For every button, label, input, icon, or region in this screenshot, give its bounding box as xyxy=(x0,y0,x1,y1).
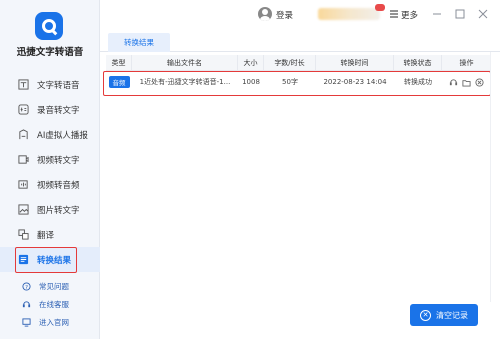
sidebar-item-label: 视频转音频 xyxy=(37,180,80,191)
result-table: 类型 输出文件名 大小 字数/时长 转换时间 转换状态 操作 音频 1近处有-迅… xyxy=(106,55,491,93)
sidebar-item-label: 图片转文字 xyxy=(37,205,80,216)
text-to-speech-icon xyxy=(18,79,29,90)
header-status: 转换状态 xyxy=(394,55,442,71)
row-size: 1008 xyxy=(242,78,260,86)
sidebar: 迅捷文字转语音 文字转语音 录音转文字 AI虚拟人播报 视频转文字 视频转音频 … xyxy=(0,0,100,339)
row-status: 转换成功 xyxy=(404,78,432,86)
app-window: 迅捷文字转语音 文字转语音 录音转文字 AI虚拟人播报 视频转文字 视频转音频 … xyxy=(0,0,500,339)
clear-icon: ✕ xyxy=(420,309,431,321)
image-text-icon xyxy=(18,204,29,215)
play-audio-icon[interactable] xyxy=(449,78,458,87)
header-filename: 输出文件名 xyxy=(132,55,238,71)
sidebar-item-label: 视频转文字 xyxy=(37,155,80,166)
sidebar-item-translate[interactable]: 翻译 xyxy=(0,222,100,247)
row-type: 音频 xyxy=(106,71,132,93)
support-label: 在线客服 xyxy=(39,299,69,309)
delete-icon[interactable] xyxy=(475,77,484,87)
header-words: 字数/时长 xyxy=(264,55,316,71)
clear-records-button[interactable]: ✕ 清空记录 xyxy=(410,304,478,326)
row-time: 2022-08-23 14:04 xyxy=(323,78,387,86)
header-ops: 操作 xyxy=(459,59,474,67)
sidebar-nav: 文字转语音 录音转文字 AI虚拟人播报 视频转文字 视频转音频 图片转文字 翻译… xyxy=(0,72,100,273)
table-header: 类型 输出文件名 大小 字数/时长 转换时间 转换状态 操作 xyxy=(106,55,491,71)
sidebar-item-video-audio[interactable]: 视频转音频 xyxy=(0,172,100,197)
support-icon xyxy=(22,300,31,309)
website-icon xyxy=(22,317,31,327)
sidebar-item-label: AI虚拟人播报 xyxy=(37,130,88,141)
row-words: 50字 xyxy=(282,78,298,86)
sidebar-item-label: 文字转语音 xyxy=(37,80,80,91)
svg-text:?: ? xyxy=(25,284,28,290)
tab-bar: 转换结果 xyxy=(100,30,500,52)
vip-badge xyxy=(375,4,385,11)
sidebar-item-video-text[interactable]: 视频转文字 xyxy=(0,147,100,172)
ai-avatar-icon xyxy=(18,129,29,140)
highlight-outline xyxy=(15,247,77,273)
top-bar: 登录 更多 xyxy=(100,0,500,30)
user-avatar-icon[interactable] xyxy=(258,7,272,21)
vip-promo-banner[interactable] xyxy=(318,8,380,20)
type-badge: 音频 xyxy=(108,76,130,88)
header-size: 大小 xyxy=(238,55,264,71)
faq-label: 常见问题 xyxy=(39,281,69,291)
sidebar-item-text-to-speech[interactable]: 文字转语音 xyxy=(0,72,100,97)
faq-icon: ? xyxy=(22,281,31,291)
app-name: 迅捷文字转语音 xyxy=(16,47,84,58)
translate-icon xyxy=(18,229,29,240)
sidebar-item-recording[interactable]: 录音转文字 xyxy=(0,97,100,122)
menu-icon[interactable] xyxy=(389,9,399,19)
sidebar-bottom-links: ? 常见问题 在线客服 进入官网 xyxy=(0,277,100,331)
header-time: 转换时间 xyxy=(316,55,394,71)
sidebar-item-ai-avatar[interactable]: AI虚拟人播报 xyxy=(0,122,100,147)
row-ops xyxy=(442,71,491,93)
minimize-icon[interactable] xyxy=(431,8,442,19)
tab-conversion-result[interactable]: 转换结果 xyxy=(108,33,170,52)
video-text-icon xyxy=(18,154,29,165)
table-row[interactable]: 音频 1近处有-迅捷文字转语音-1... 1008 50字 2022-08-23… xyxy=(106,71,491,93)
sidebar-item-label: 录音转文字 xyxy=(37,105,80,116)
more-button[interactable]: 更多 xyxy=(401,9,418,21)
header-type: 类型 xyxy=(106,55,132,71)
recording-icon xyxy=(18,104,29,115)
scroll-track xyxy=(490,52,491,302)
video-audio-icon xyxy=(18,179,29,190)
app-logo-icon xyxy=(35,12,63,40)
website-label: 进入官网 xyxy=(39,317,69,327)
website-link[interactable]: 进入官网 xyxy=(0,313,100,331)
row-filename: 1近处有-迅捷文字转语音-1... xyxy=(139,78,231,86)
clear-label: 清空记录 xyxy=(436,310,468,320)
open-folder-icon[interactable] xyxy=(462,78,471,87)
login-button[interactable]: 登录 xyxy=(276,9,293,21)
sidebar-item-result[interactable]: 转换结果 xyxy=(0,247,100,273)
faq-link[interactable]: ? 常见问题 xyxy=(0,277,100,295)
maximize-icon[interactable] xyxy=(454,8,465,19)
sidebar-item-label: 翻译 xyxy=(37,230,55,241)
close-icon[interactable] xyxy=(477,8,488,19)
support-link[interactable]: 在线客服 xyxy=(0,295,100,313)
sidebar-item-image-text[interactable]: 图片转文字 xyxy=(0,197,100,222)
